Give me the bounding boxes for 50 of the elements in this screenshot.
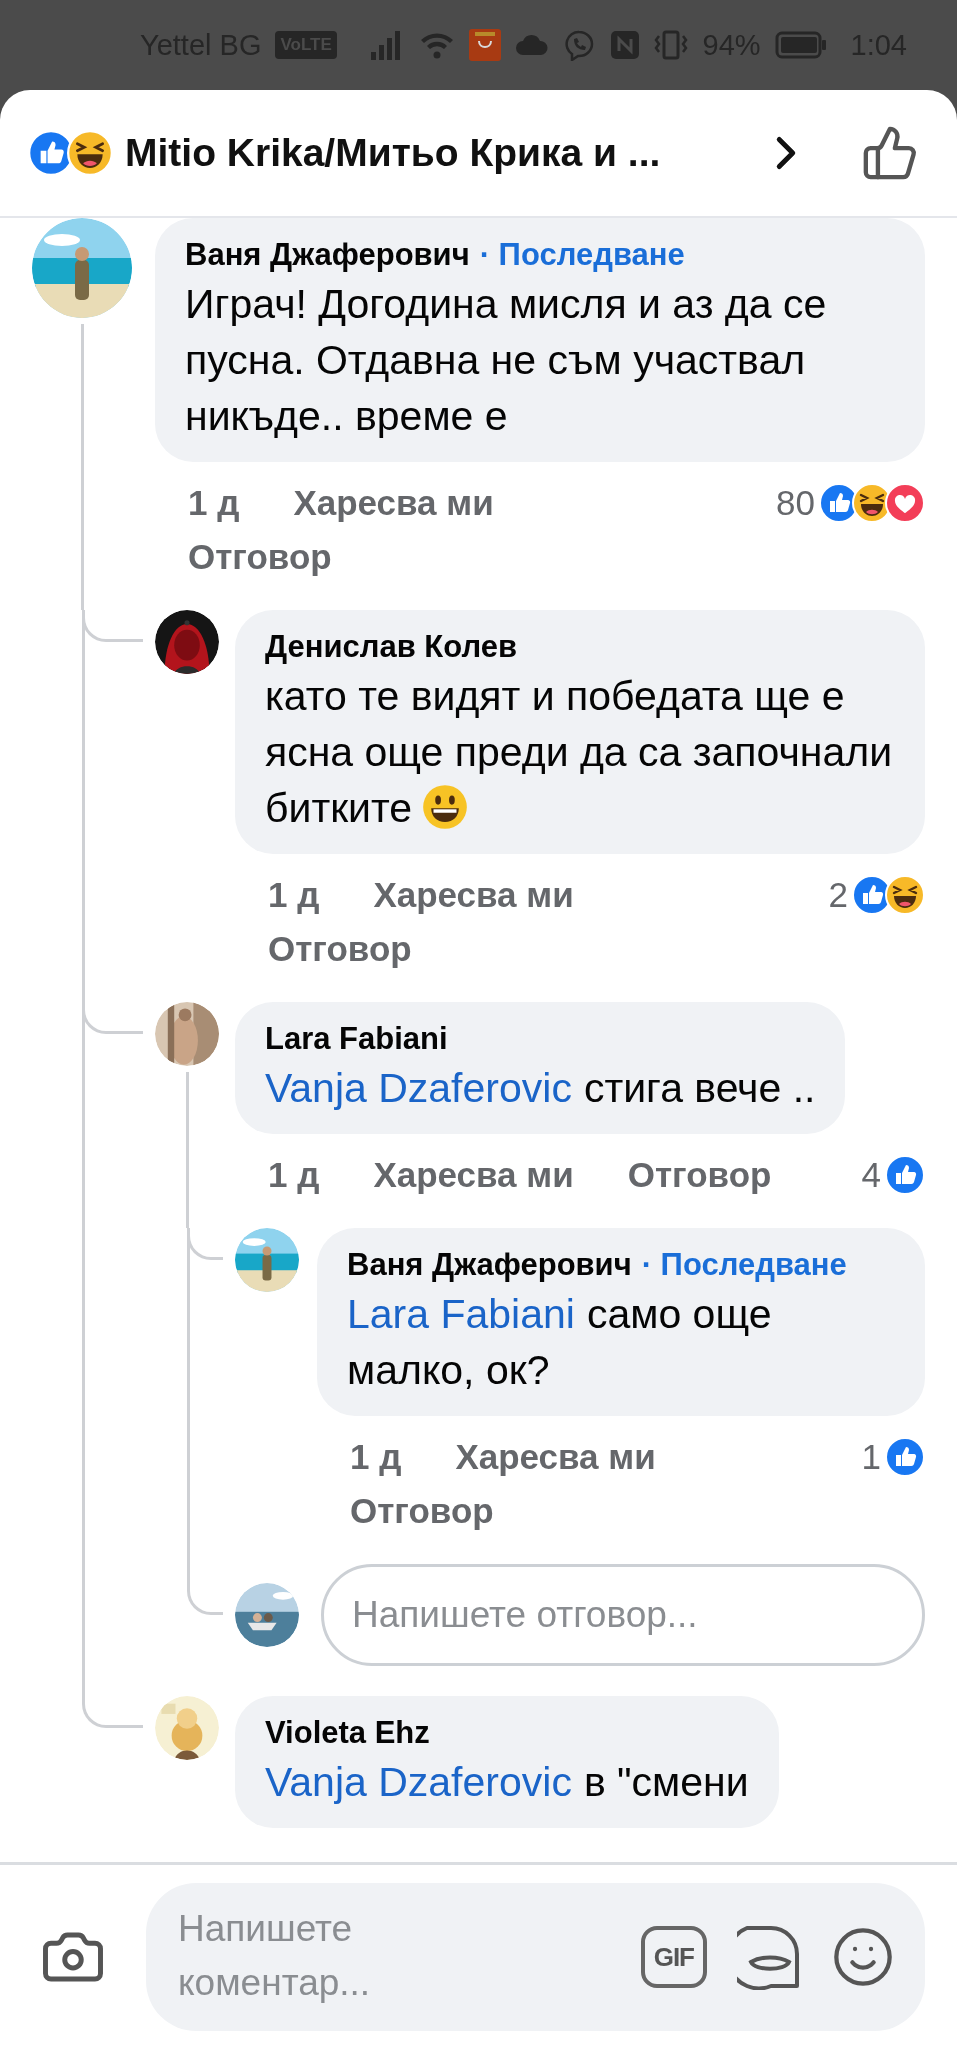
thumbs-up-icon [885, 1155, 925, 1195]
author-name: Lara Fabiani [265, 1020, 448, 1058]
thread-connector [187, 1564, 223, 1615]
like-link[interactable]: Харесва ми [373, 1148, 574, 1202]
app-icon [468, 29, 501, 61]
reaction-count: 4 [861, 1155, 881, 1195]
phone-bubble-icon [562, 29, 595, 61]
comment-text: Lara Fabiani само още малко, ок? [347, 1290, 773, 1395]
reply-link[interactable]: Отговор [627, 1148, 772, 1202]
comment-time: 1 д [268, 1154, 320, 1196]
author-name: Денислав Колев [265, 628, 517, 666]
reply-field[interactable]: Напишете отговор... [321, 1564, 925, 1666]
author-name: Ваня Джаферович [347, 1246, 632, 1284]
mention-link[interactable]: Lara Fabiani [347, 1291, 575, 1337]
follow-link[interactable]: · Последване [479, 234, 685, 276]
comment-text: Играч! Догодина мисля и аз да се пусна. Отдавна не съм участвал никъде.. време е [185, 280, 828, 441]
author-name: Ваня Джаферович [185, 236, 470, 274]
follow-link[interactable]: · Последване [641, 1244, 847, 1286]
comment-time: 1 д [188, 482, 240, 524]
reply-link[interactable]: Отговор [268, 922, 412, 976]
like-link[interactable]: Харесва ми [293, 476, 494, 530]
reply-link[interactable]: Отговор [350, 1484, 494, 1538]
reaction-count: 80 [776, 483, 815, 523]
vibrate-icon [652, 30, 689, 60]
sticker-icon[interactable] [737, 1923, 801, 1990]
comment-text: Vanja Dzaferovic стига вече .. [265, 1064, 816, 1113]
reaction-count: 2 [828, 875, 848, 915]
reaction-count: 1 [861, 1437, 881, 1477]
thread-connector [82, 1696, 143, 1728]
grinning-face-icon [422, 784, 469, 830]
mention-link[interactable]: Vanja Dzaferovic [265, 1759, 572, 1805]
battery-icon [774, 31, 827, 59]
like-link[interactable]: Харесва ми [455, 1430, 656, 1484]
thumbs-up-icon[interactable] [861, 124, 919, 182]
laughing-face-icon [67, 130, 113, 176]
nfc-icon [610, 31, 639, 59]
cloud-icon [514, 33, 549, 57]
comment-time: 1 д [268, 874, 320, 916]
comment-text: Vanja Dzaferovic в "смени [265, 1758, 749, 1807]
laughing-face-icon [885, 875, 925, 915]
comment-time: 1 д [350, 1436, 402, 1478]
mention-link[interactable]: Vanja Dzaferovic [265, 1065, 572, 1111]
like-link[interactable]: Харесва ми [373, 868, 574, 922]
reply-link[interactable]: Отговор [188, 530, 332, 584]
thumbs-up-icon [885, 1437, 925, 1477]
comment-text: като те видят и победата ще е ясна още преди да са започнали битките [265, 672, 894, 833]
author-name: Violeta Ehz [265, 1714, 430, 1752]
comment-field[interactable]: Напишете коментар... GIF [146, 1882, 925, 2031]
post-title: Mitio Krika/Митьо Крика и ... [125, 131, 662, 175]
gif-button[interactable]: GIF [640, 1925, 707, 1988]
